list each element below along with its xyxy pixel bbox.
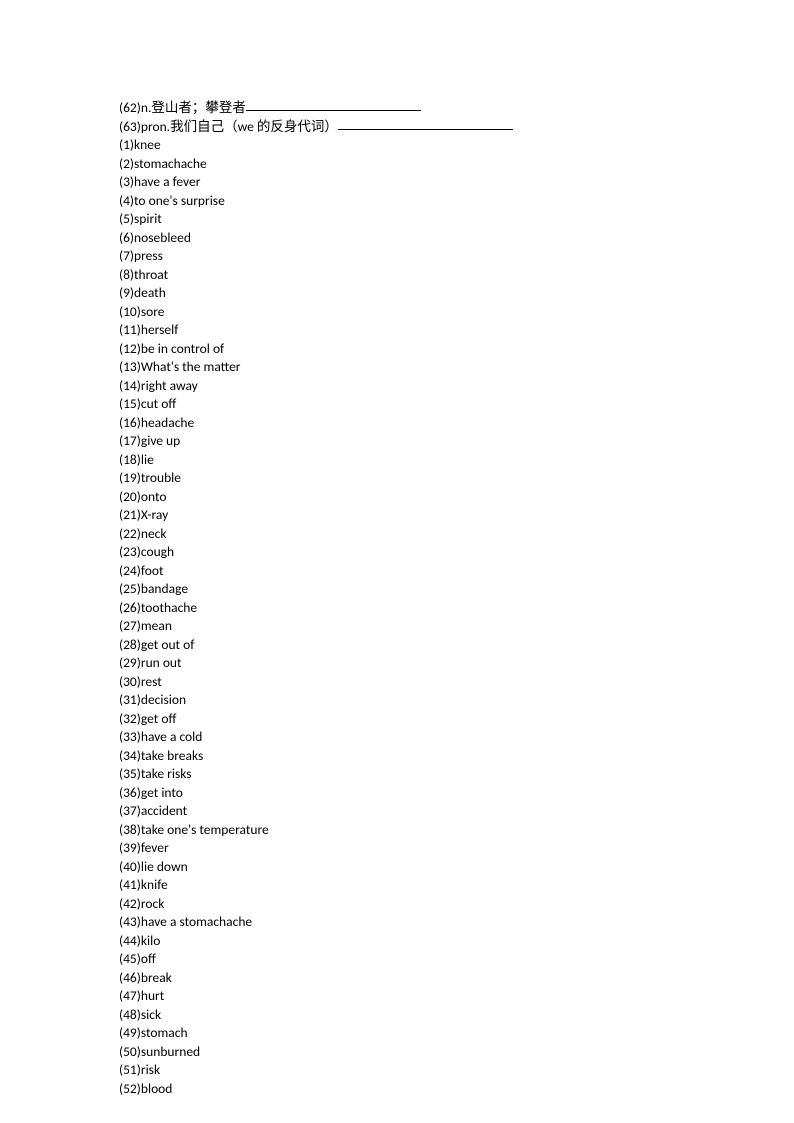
list-item: (46)break: [119, 969, 794, 988]
list-item: (36)get into: [119, 784, 794, 803]
list-item: (3)have a fever: [119, 173, 794, 192]
list-item: (5)spirit: [119, 210, 794, 229]
list-item: (22)neck: [119, 525, 794, 544]
list-item: (19)trouble: [119, 469, 794, 488]
list-item: (18)lie: [119, 451, 794, 470]
list-item: (47)hurt: [119, 987, 794, 1006]
list-item: (21)X-ray: [119, 506, 794, 525]
list-item: (7)press: [119, 247, 794, 266]
blank-underline: [338, 129, 513, 130]
list-item: (26)toothache: [119, 599, 794, 618]
list-item: (52)blood: [119, 1080, 794, 1099]
list-item: (39)fever: [119, 839, 794, 858]
list-item: (12)be in control of: [119, 340, 794, 359]
list-item: (33)have a cold: [119, 728, 794, 747]
blank-underline: [246, 110, 421, 111]
list-item: (28)get out of: [119, 636, 794, 655]
list-item: (9)death: [119, 284, 794, 303]
list-item: (31)decision: [119, 691, 794, 710]
list-item: (14)right away: [119, 377, 794, 396]
list-item: (32)get off: [119, 710, 794, 729]
line-text: (63)pron.我们自己（we 的反身代词）: [119, 118, 338, 135]
list-item: (4)to one's surprise: [119, 192, 794, 211]
fill-in-line: (63)pron.我们自己（we 的反身代词）: [119, 118, 794, 137]
list-item: (43)have a stomachache: [119, 913, 794, 932]
list-item: (11)herself: [119, 321, 794, 340]
list-item: (2)stomachache: [119, 155, 794, 174]
document-content: (62)n.登山者；攀登者 (63)pron.我们自己（we 的反身代词）(1)k…: [119, 99, 794, 1098]
list-item: (6)nosebleed: [119, 229, 794, 248]
list-item: (25)bandage: [119, 580, 794, 599]
list-item: (45)off: [119, 950, 794, 969]
list-item: (23)cough: [119, 543, 794, 562]
list-item: (24)foot: [119, 562, 794, 581]
list-item: (35)take risks: [119, 765, 794, 784]
line-text: (62)n.登山者；攀登者: [119, 99, 246, 116]
list-item: (49)stomach: [119, 1024, 794, 1043]
list-item: (17)give up: [119, 432, 794, 451]
list-item: (20)onto: [119, 488, 794, 507]
list-item: (51)risk: [119, 1061, 794, 1080]
list-item: (44)kilo: [119, 932, 794, 951]
list-item: (42)rock: [119, 895, 794, 914]
list-item: (15)cut off: [119, 395, 794, 414]
list-item: (48)sick: [119, 1006, 794, 1025]
list-item: (50)sunburned: [119, 1043, 794, 1062]
list-item: (10)sore: [119, 303, 794, 322]
list-item: (34)take breaks: [119, 747, 794, 766]
fill-in-line: (62)n.登山者；攀登者: [119, 99, 794, 118]
list-item: (13)What's the matter: [119, 358, 794, 377]
list-item: (38)take one's temperature: [119, 821, 794, 840]
list-item: (37)accident: [119, 802, 794, 821]
list-item: (29)run out: [119, 654, 794, 673]
list-item: (30)rest: [119, 673, 794, 692]
list-item: (27)mean: [119, 617, 794, 636]
list-item: (40)lie down: [119, 858, 794, 877]
list-item: (16)headache: [119, 414, 794, 433]
list-item: (41)knife: [119, 876, 794, 895]
list-item: (8)throat: [119, 266, 794, 285]
list-item: (1)knee: [119, 136, 794, 155]
